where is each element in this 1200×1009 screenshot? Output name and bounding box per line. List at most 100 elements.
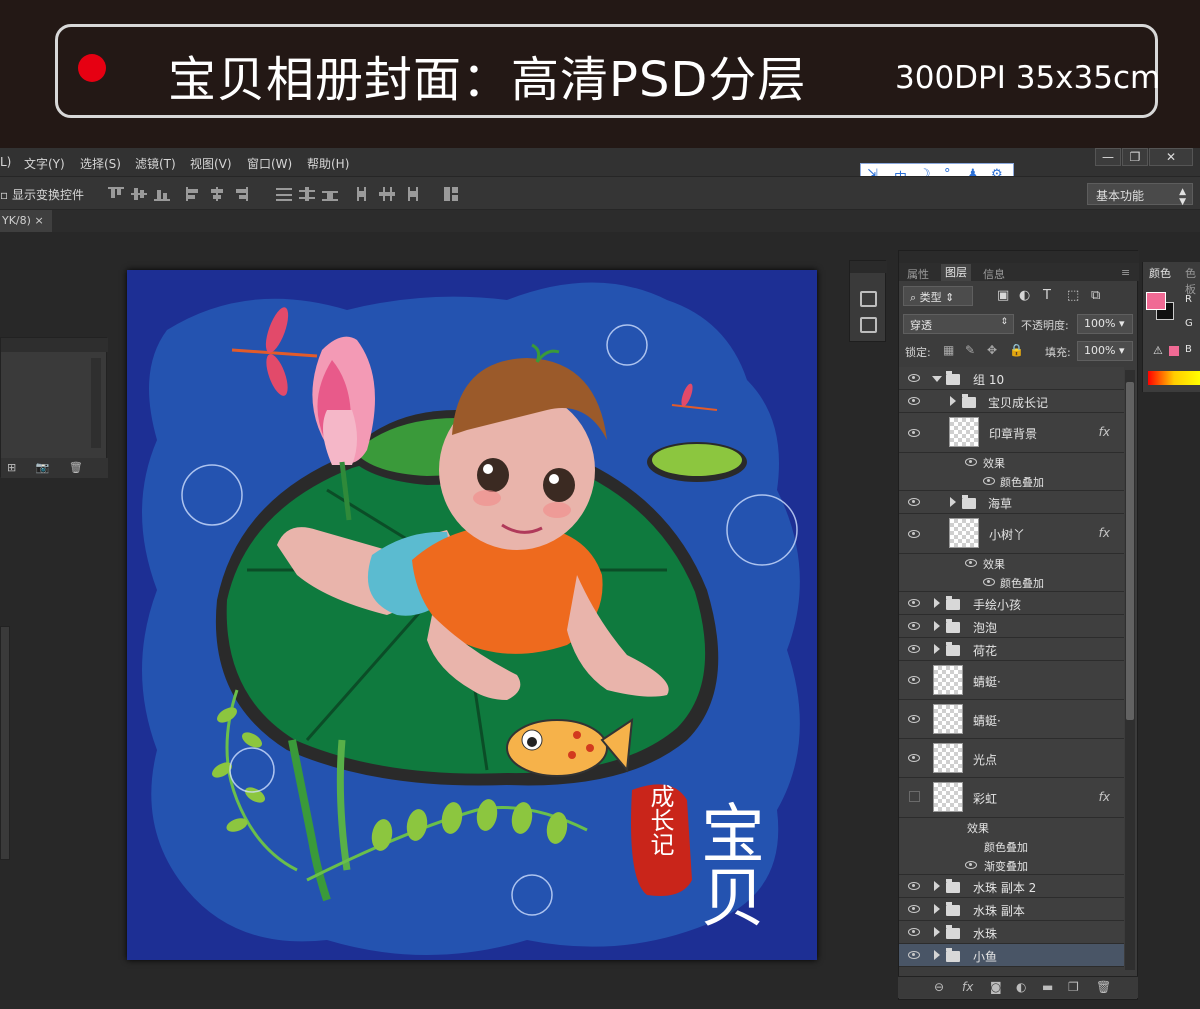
layer-row[interactable]: 彩虹 fx [899,778,1124,818]
fx-icon[interactable]: fx [1099,526,1110,540]
layer-row[interactable]: 蜻蜓· [899,700,1124,739]
new-layer-icon[interactable]: ❐ [1068,980,1079,994]
foreground-color-swatch[interactable] [1146,292,1166,310]
panel-scrollbar[interactable] [91,358,101,448]
left-floating-panel[interactable]: ⊞ 📷 🗑 [0,337,108,478]
properties-panel-icon[interactable] [860,317,877,333]
layer-row[interactable]: 手绘小孩 [899,592,1124,615]
effect-row[interactable]: 颜色叠加 [899,472,1124,491]
visibility-eye-icon[interactable] [908,374,920,382]
tab-info[interactable]: 信息 [983,266,1005,282]
panel-menu-icon[interactable]: ≡ [1121,266,1130,279]
lock-all-icon[interactable]: 🔒 [1009,343,1024,357]
align-vcenter-icon[interactable] [131,187,147,201]
fx-icon[interactable]: fx [1099,790,1110,804]
menu-window[interactable]: 窗口(W) [247,155,292,172]
effect-row[interactable]: 渐变叠加 [899,856,1124,875]
add-mask-icon[interactable]: ◙ [990,980,1002,994]
distribute-top-icon[interactable] [276,187,292,201]
visibility-eye-icon[interactable] [908,882,920,890]
filter-pixel-icon[interactable]: ▣ [997,288,1009,303]
tab-swatches[interactable]: 色板 [1185,265,1200,297]
align-hcenter-icon[interactable] [209,187,225,201]
expand-arrow-icon[interactable] [934,598,940,608]
filter-text-icon[interactable]: T [1043,288,1051,303]
effect-row[interactable]: 效果 [899,554,1124,573]
tab-layers[interactable]: 图层 [941,264,971,281]
gamut-color-chip[interactable] [1169,346,1179,356]
visibility-eye-icon[interactable] [965,861,977,869]
color-spectrum-bar[interactable] [1148,371,1200,385]
expand-arrow-icon[interactable] [934,904,940,914]
visibility-eye-icon[interactable] [908,622,920,630]
lock-transparent-icon[interactable]: ▦ [943,343,954,357]
distribute-bottom-icon[interactable] [322,187,338,201]
filter-smart-icon[interactable]: ⧉ [1091,288,1100,303]
visibility-eye-icon[interactable] [908,397,920,405]
expand-arrow-icon[interactable] [950,396,956,406]
layer-row[interactable]: 组 10 [899,367,1124,390]
menu-view[interactable]: 视图(V) [190,155,232,172]
fx-icon[interactable]: fx [1099,425,1110,439]
visibility-eye-icon[interactable] [908,754,920,762]
panel-header[interactable] [1,338,108,352]
expand-arrow-icon[interactable] [934,621,940,631]
layer-filter-select[interactable]: ⌕ 类型 ⇕ [903,286,973,306]
visibility-toggle-off[interactable] [909,791,920,802]
layer-row[interactable]: 印章背景 fx [899,413,1124,453]
layer-row-selected[interactable]: 小鱼 [899,944,1124,967]
new-snapshot-icon[interactable]: ⊞ [7,461,16,474]
opacity-input[interactable]: 100% ▾ [1077,314,1133,334]
layers-panel-header[interactable] [899,251,1139,263]
effect-row[interactable]: 效果 [899,818,1124,837]
align-right-icon[interactable] [232,187,248,201]
collapse-arrow-icon[interactable] [932,376,942,382]
artwork-canvas[interactable]: 成长记 宝贝 [127,270,817,960]
expand-arrow-icon[interactable] [934,881,940,891]
layer-row[interactable]: 光点 [899,739,1124,778]
expand-arrow-icon[interactable] [934,950,940,960]
distribute-vcenter-icon[interactable] [299,187,315,201]
document-tab[interactable]: YK/8) × [0,210,52,232]
visibility-eye-icon[interactable] [908,905,920,913]
menu-help[interactable]: 帮助(H) [307,155,349,172]
layer-row[interactable]: 水珠 副本 [899,898,1124,921]
show-transform-checkbox[interactable]: ▫ 显示变换控件 [0,186,84,203]
effect-row[interactable]: 颜色叠加 [899,573,1124,592]
minimize-button[interactable]: — [1095,148,1121,166]
expand-arrow-icon[interactable] [950,497,956,507]
distribute-hcenter-icon[interactable] [379,187,395,201]
visibility-eye-icon[interactable] [965,458,977,466]
expand-arrow-icon[interactable] [934,927,940,937]
visibility-eye-icon[interactable] [908,715,920,723]
visibility-eye-icon[interactable] [983,477,995,485]
new-group-icon[interactable]: ▬ [1042,980,1053,994]
visibility-eye-icon[interactable] [908,928,920,936]
close-tab-icon[interactable]: × [34,214,43,227]
lock-move-icon[interactable]: ✥ [987,343,997,357]
distribute-right-icon[interactable] [402,187,418,201]
delete-layer-icon[interactable]: 🗑 [1096,980,1111,994]
layer-row[interactable]: 泡泡 [899,615,1124,638]
distribute-left-icon[interactable] [356,187,372,201]
trash-icon[interactable]: 🗑 [69,461,83,474]
visibility-eye-icon[interactable] [965,559,977,567]
fill-input[interactable]: 100% ▾ [1077,341,1133,361]
filter-adjust-icon[interactable]: ◐ [1019,288,1030,303]
menu-select[interactable]: 选择(S) [80,155,121,172]
menu-type[interactable]: 文字(Y) [24,155,65,172]
adjustment-layer-icon[interactable]: ◐ [1016,980,1026,994]
camera-icon[interactable]: 📷 [36,461,50,474]
blend-mode-select[interactable]: 穿透 ⇕ [903,314,1014,334]
menu-layer[interactable]: L) [0,155,11,169]
layer-row[interactable]: 小树丫 fx [899,514,1124,554]
layer-row[interactable]: 荷花 [899,638,1124,661]
menu-filter[interactable]: 滤镜(T) [135,155,176,172]
align-bottom-icon[interactable] [154,187,170,201]
layer-row[interactable]: 水珠 副本 2 [899,875,1124,898]
add-style-icon[interactable]: fx [962,980,973,994]
layers-scrollbar-thumb[interactable] [1126,382,1134,720]
workspace-select[interactable]: 基本功能 ▲ ▼ [1087,183,1193,207]
lock-paint-icon[interactable]: ✎ [965,343,975,357]
auto-align-icon[interactable] [444,187,460,201]
